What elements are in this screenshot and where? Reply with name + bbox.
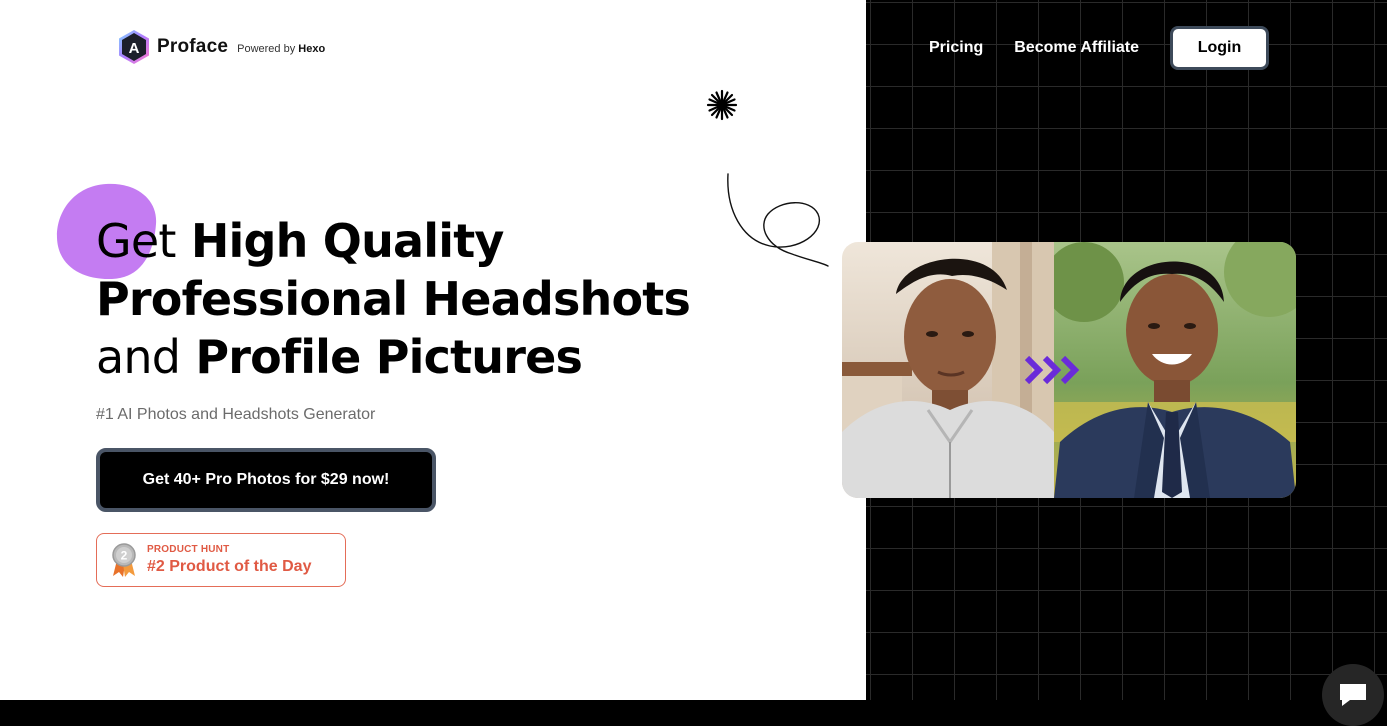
- logo-letter: A: [129, 40, 140, 57]
- powered-by: Powered by Hexo: [237, 43, 325, 55]
- product-hunt-text: PRODUCT HUNT #2 Product of the Day: [147, 544, 311, 576]
- brand-name: Proface: [157, 36, 229, 57]
- powered-by-name: Hexo: [298, 43, 326, 55]
- headline-line-3: and Profile Pictures: [96, 328, 716, 386]
- headline-profile-pictures: Profile Pictures: [195, 330, 583, 384]
- get-pro-photos-button[interactable]: Get 40+ Pro Photos for $29 now!: [96, 448, 436, 512]
- product-hunt-label: PRODUCT HUNT: [147, 544, 230, 555]
- headline-line-1: Get High Quality: [96, 212, 716, 270]
- bottom-bar: [0, 700, 1387, 726]
- triple-chevron-right-icon: [1024, 355, 1080, 385]
- chat-bubble-icon: [1340, 684, 1366, 706]
- brand[interactable]: A Proface Powered by Hexo: [117, 29, 325, 65]
- sparkle-icon: [706, 89, 738, 121]
- medal-number: 2: [121, 549, 128, 563]
- chat-widget-button[interactable]: [1322, 664, 1384, 726]
- hexagon-logo-icon: A: [119, 30, 149, 64]
- login-button[interactable]: Login: [1170, 26, 1270, 70]
- nav-affiliate-link[interactable]: Become Affiliate: [1014, 39, 1139, 57]
- headline-get: Get: [96, 214, 176, 268]
- product-hunt-award: #2 Product of the Day: [147, 558, 312, 575]
- headline-and: and: [96, 330, 181, 384]
- headline-line-2: Professional Headshots: [96, 272, 691, 326]
- powered-by-prefix: Powered by: [237, 43, 296, 55]
- product-hunt-badge[interactable]: 2 PRODUCT HUNT #2 Product of the Day: [96, 533, 346, 587]
- medal-icon: 2: [112, 543, 136, 577]
- hero-subline: #1 AI Photos and Headshots Generator: [96, 406, 376, 423]
- nav-pricing-link[interactable]: Pricing: [929, 39, 983, 57]
- hero-headline: Get High Quality Professional Headshots …: [96, 212, 716, 386]
- squiggle-decoration: [727, 173, 829, 267]
- top-nav: Pricing Become Affiliate Login: [929, 26, 1270, 70]
- headline-high-quality: High Quality: [190, 214, 505, 268]
- after-photo: [1054, 242, 1296, 498]
